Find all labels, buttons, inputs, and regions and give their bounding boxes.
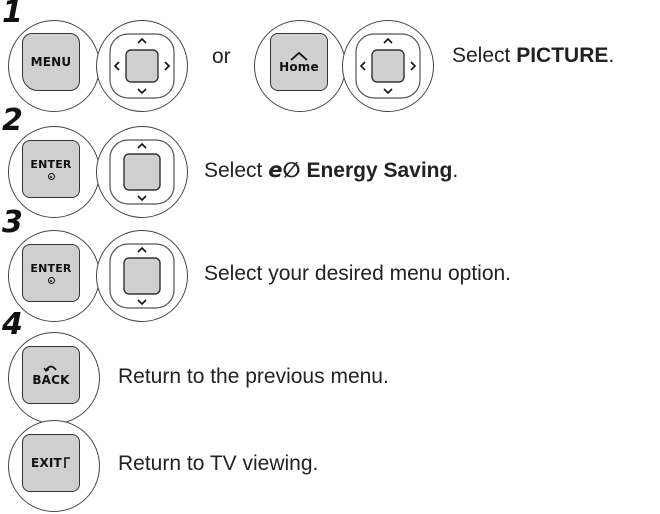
enter-key-label: ENTER <box>30 262 72 275</box>
step-1-number: 1 <box>2 0 23 30</box>
menu-key[interactable]: MENU <box>22 33 80 91</box>
step-1-suffix: . <box>608 44 615 67</box>
step-2-instruction: Select e∅ Energy Saving. <box>204 158 458 183</box>
step-2-bold: Energy Saving <box>306 159 453 182</box>
step-4-instruction: Return to the previous menu. <box>118 365 389 388</box>
enter-key[interactable]: ENTER <box>22 140 80 198</box>
step-1-instruction: Select PICTURE. <box>452 44 614 68</box>
enter-dot-icon <box>47 277 55 284</box>
exit-key-label: EXIT <box>31 456 62 470</box>
or-label: or <box>212 45 231 68</box>
home-key-label: Home <box>279 59 319 74</box>
step-4-number: 4 <box>2 307 23 342</box>
back-key[interactable]: BACK <box>22 346 80 404</box>
up-down-navigation-pad-icon[interactable] <box>108 138 176 206</box>
step-1-prefix: Select <box>452 44 517 67</box>
step-3-instruction: Select your desired menu option. <box>204 262 512 285</box>
step-2-prefix: Select <box>204 159 269 182</box>
exit-key[interactable]: EXIT <box>22 434 80 492</box>
four-way-navigation-pad-icon[interactable] <box>354 32 422 100</box>
enter-key-label: ENTER <box>30 158 72 171</box>
exit-box-icon <box>64 457 70 468</box>
home-key[interactable]: Home <box>270 33 328 91</box>
step-3-number: 3 <box>2 205 23 240</box>
home-icon: Home <box>279 51 319 74</box>
menu-key-label: MENU <box>30 55 72 69</box>
step-2-number: 2 <box>2 103 23 138</box>
enter-key[interactable]: ENTER <box>22 244 80 302</box>
step-2-suffix: . <box>452 159 459 182</box>
step-1-bold: PICTURE <box>516 44 609 67</box>
enter-dot-icon <box>47 173 55 180</box>
four-way-navigation-pad-icon[interactable] <box>108 32 176 100</box>
instruction-page: 1 MENU or Home Select PICTURE. 2 ENTER S… <box>0 0 660 514</box>
up-down-navigation-pad-icon[interactable] <box>108 242 176 310</box>
back-arrow-icon <box>43 365 57 372</box>
back-key-label: BACK <box>32 373 70 387</box>
exit-instruction: Return to TV viewing. <box>118 452 319 475</box>
energy-saving-icon: e∅ <box>268 158 301 182</box>
